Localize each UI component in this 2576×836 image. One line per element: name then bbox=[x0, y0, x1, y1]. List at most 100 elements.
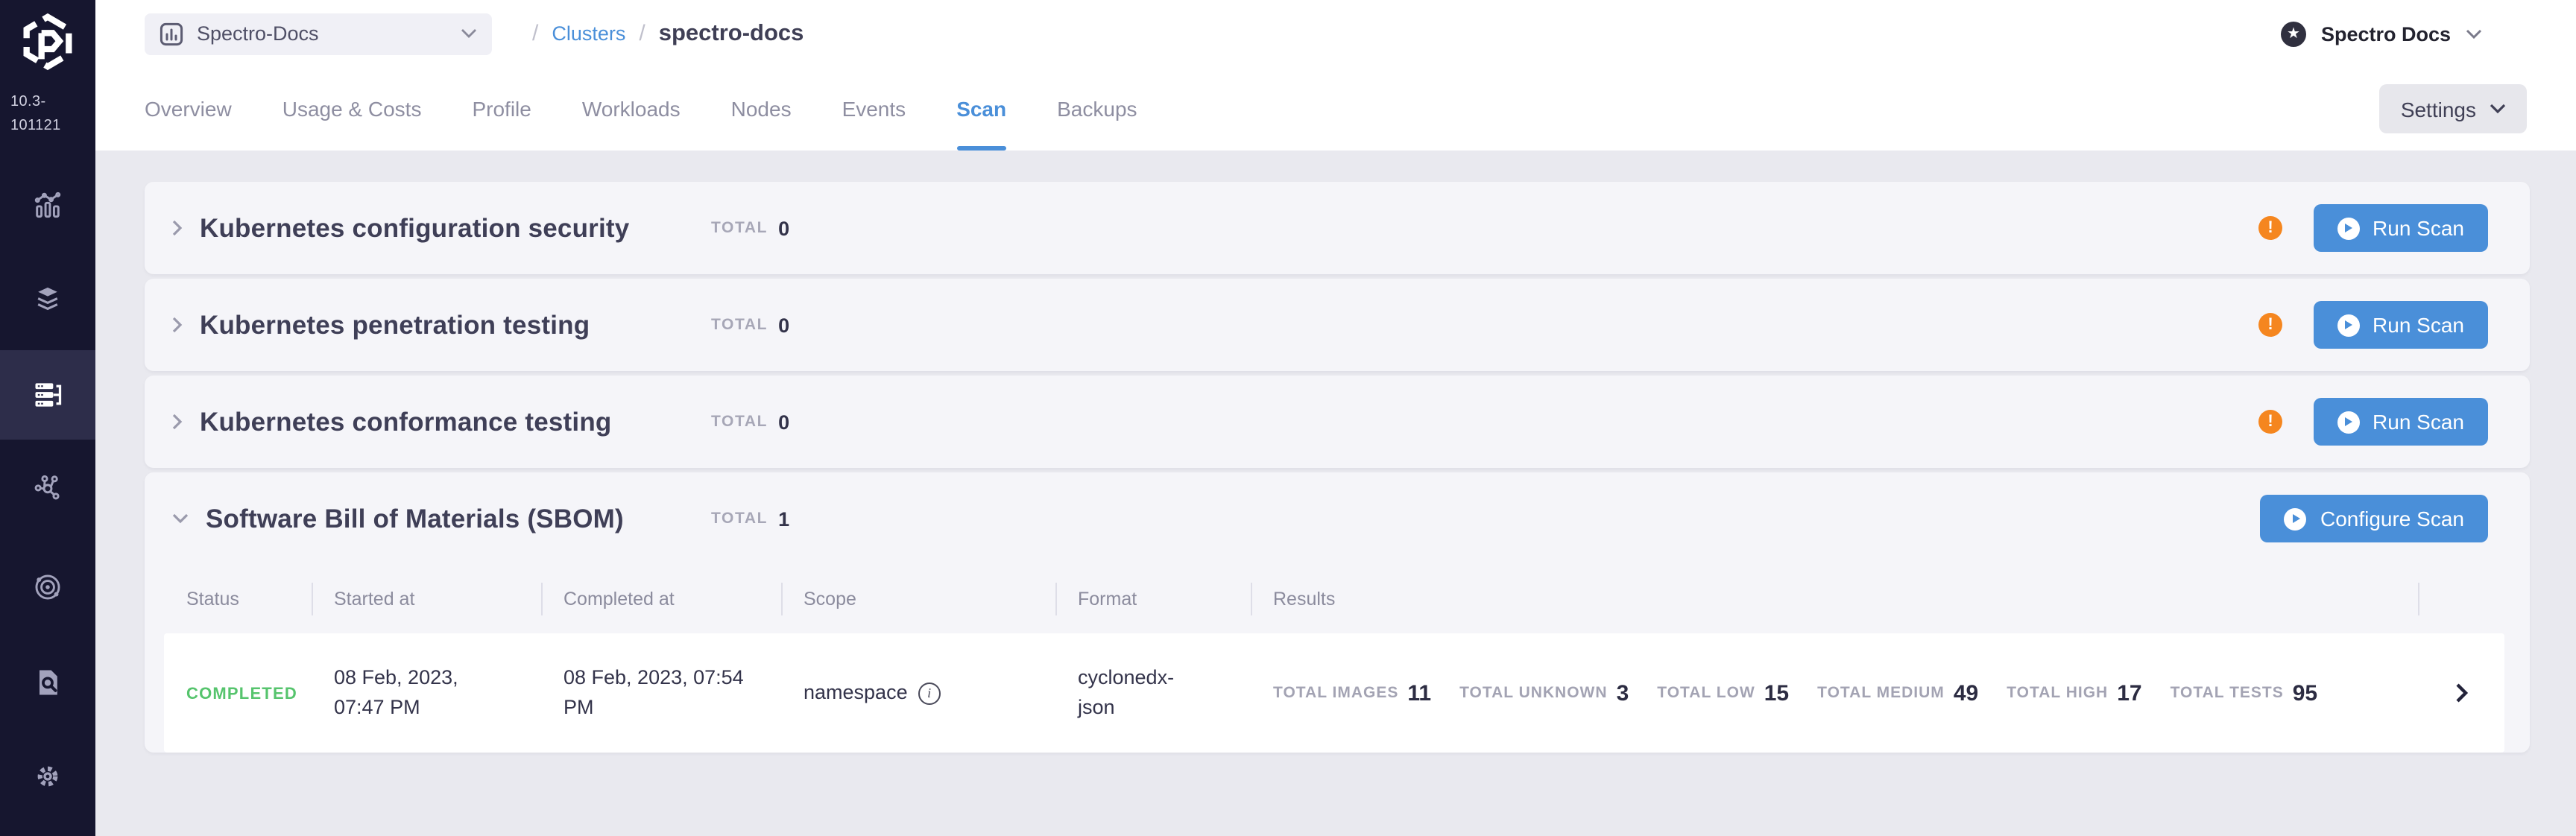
tab-scan[interactable]: Scan bbox=[956, 67, 1006, 151]
scan-section-configuration-security: Kubernetes configuration security TOTAL … bbox=[145, 182, 2530, 274]
tab-profile[interactable]: Profile bbox=[472, 67, 531, 151]
chevron-right-icon bbox=[171, 219, 183, 237]
scan-content: Kubernetes configuration security TOTAL … bbox=[95, 151, 2576, 836]
sbom-table-row[interactable]: COMPLETED 08 Feb, 2023, 07:47 PM 08 Feb,… bbox=[164, 633, 2504, 753]
tab-backups[interactable]: Backups bbox=[1057, 67, 1137, 151]
app-window: 10.3- 101121 bbox=[0, 0, 2576, 836]
analytics-icon bbox=[31, 189, 64, 222]
chevron-down-icon bbox=[171, 513, 189, 525]
app-version: 10.3- 101121 bbox=[0, 91, 61, 137]
scan-section-penetration-testing: Kubernetes penetration testing TOTAL 0 !… bbox=[145, 279, 2530, 371]
breadcrumb-separator: / bbox=[532, 21, 538, 46]
document-search-icon bbox=[31, 666, 64, 699]
cluster-tabs: Overview Usage & Costs Profile Workloads… bbox=[145, 67, 1137, 151]
status-badge: COMPLETED bbox=[186, 685, 297, 703]
result-total-unknown: TOTAL UNKNOWN 3 bbox=[1459, 680, 1629, 706]
column-status: Status bbox=[164, 565, 312, 633]
breadcrumb: / Clusters / spectro-docs bbox=[532, 20, 804, 47]
breadcrumb-clusters-link[interactable]: Clusters bbox=[552, 22, 625, 45]
result-total-high: TOTAL HIGH 17 bbox=[2007, 680, 2141, 706]
sidebar-item-clusters[interactable] bbox=[0, 350, 95, 440]
main-area: Spectro-Docs / Clusters / spectro-docs ★… bbox=[95, 0, 2576, 836]
result-total-medium: TOTAL MEDIUM 49 bbox=[1817, 680, 1978, 706]
tab-overview[interactable]: Overview bbox=[145, 67, 232, 151]
sidebar: 10.3- 101121 bbox=[0, 0, 95, 836]
top-bar: Spectro-Docs / Clusters / spectro-docs ★… bbox=[95, 0, 2576, 67]
cell-scope: namespace i bbox=[781, 678, 1055, 709]
tab-events[interactable]: Events bbox=[842, 67, 906, 151]
play-icon bbox=[2337, 217, 2359, 239]
orbit-icon bbox=[31, 571, 64, 604]
tab-workloads[interactable]: Workloads bbox=[582, 67, 681, 151]
sidebar-item-settings[interactable] bbox=[25, 754, 70, 799]
sbom-table: Status Started at Completed at Scope For… bbox=[164, 565, 2504, 753]
column-format: Format bbox=[1055, 565, 1251, 633]
column-results: Results bbox=[1251, 565, 2418, 633]
chevron-right-icon bbox=[171, 413, 183, 431]
run-scan-button[interactable]: Run Scan bbox=[2313, 204, 2488, 252]
stack-icon bbox=[31, 283, 64, 316]
chevron-down-icon bbox=[461, 28, 477, 39]
section-header[interactable]: Software Bill of Materials (SBOM) TOTAL … bbox=[145, 472, 2530, 565]
section-title: Kubernetes penetration testing bbox=[200, 309, 590, 341]
sidebar-nav bbox=[0, 137, 95, 799]
column-actions bbox=[2418, 565, 2504, 633]
project-label: Spectro Docs bbox=[2321, 22, 2451, 45]
run-scan-button[interactable]: Run Scan bbox=[2313, 301, 2488, 349]
sidebar-item-workspaces[interactable] bbox=[25, 465, 70, 510]
network-icon bbox=[31, 471, 64, 504]
cell-status: COMPLETED bbox=[164, 678, 312, 709]
column-scope: Scope bbox=[781, 565, 1055, 633]
section-total: TOTAL 0 bbox=[711, 411, 789, 433]
chevron-right-icon bbox=[171, 316, 183, 334]
cluster-selector[interactable]: Spectro-Docs bbox=[145, 13, 492, 54]
tab-nodes[interactable]: Nodes bbox=[731, 67, 792, 151]
cell-format: cyclonedx-json bbox=[1055, 663, 1251, 723]
warning-icon: ! bbox=[2258, 216, 2282, 240]
project-selector[interactable]: ★ Spectro Docs bbox=[2281, 21, 2482, 46]
chevron-down-icon bbox=[2466, 28, 2482, 39]
column-started-at: Started at bbox=[312, 565, 541, 633]
result-total-tests: TOTAL TESTS 95 bbox=[2171, 680, 2318, 706]
section-title: Kubernetes conformance testing bbox=[200, 406, 612, 437]
result-total-low: TOTAL LOW 15 bbox=[1657, 680, 1789, 706]
section-total: TOTAL 1 bbox=[711, 507, 789, 530]
configure-scan-button[interactable]: Configure Scan bbox=[2261, 495, 2488, 542]
sidebar-item-audit[interactable] bbox=[25, 660, 70, 705]
settings-button[interactable]: Settings bbox=[2380, 84, 2527, 133]
palette-logo-icon bbox=[18, 12, 78, 72]
tab-usage-costs[interactable]: Usage & Costs bbox=[282, 67, 422, 151]
section-header[interactable]: Kubernetes configuration security TOTAL … bbox=[145, 182, 2530, 274]
scan-section-sbom: Software Bill of Materials (SBOM) TOTAL … bbox=[145, 472, 2530, 753]
warning-icon: ! bbox=[2258, 313, 2282, 337]
chevron-down-icon bbox=[2490, 104, 2506, 114]
tab-bar: Overview Usage & Costs Profile Workloads… bbox=[95, 67, 2576, 151]
bar-chart-icon bbox=[160, 22, 183, 45]
gear-icon bbox=[31, 760, 64, 793]
cell-completed-at: 08 Feb, 2023, 07:54 PM bbox=[541, 663, 781, 723]
column-completed-at: Completed at bbox=[541, 565, 781, 633]
project-star-icon: ★ bbox=[2281, 21, 2306, 46]
section-total: TOTAL 0 bbox=[711, 314, 789, 336]
chevron-right-icon bbox=[2455, 683, 2468, 703]
cell-started-at: 08 Feb, 2023, 07:47 PM bbox=[312, 663, 541, 723]
sidebar-item-profiles[interactable] bbox=[25, 277, 70, 322]
play-icon bbox=[2285, 507, 2307, 530]
section-header[interactable]: Kubernetes penetration testing TOTAL 0 !… bbox=[145, 279, 2530, 371]
section-title: Kubernetes configuration security bbox=[200, 212, 629, 244]
sidebar-item-monitoring[interactable] bbox=[25, 183, 70, 228]
section-title: Software Bill of Materials (SBOM) bbox=[206, 503, 624, 534]
scan-section-conformance-testing: Kubernetes conformance testing TOTAL 0 !… bbox=[145, 376, 2530, 468]
sidebar-item-cluster-groups[interactable] bbox=[25, 565, 70, 609]
warning-icon: ! bbox=[2258, 410, 2282, 434]
run-scan-button[interactable]: Run Scan bbox=[2313, 398, 2488, 446]
cell-results: TOTAL IMAGES 11 TOTAL UNKNOWN 3 TOTAL LO… bbox=[1251, 680, 2418, 706]
settings-button-label: Settings bbox=[2401, 97, 2476, 121]
cluster-selector-label: Spectro-Docs bbox=[197, 22, 319, 45]
section-header[interactable]: Kubernetes conformance testing TOTAL 0 !… bbox=[145, 376, 2530, 468]
row-detail-chevron[interactable] bbox=[2418, 683, 2504, 703]
result-total-images: TOTAL IMAGES 11 bbox=[1273, 680, 1431, 706]
info-icon[interactable]: i bbox=[918, 682, 941, 704]
play-icon bbox=[2337, 411, 2359, 433]
breadcrumb-separator: / bbox=[639, 21, 645, 46]
